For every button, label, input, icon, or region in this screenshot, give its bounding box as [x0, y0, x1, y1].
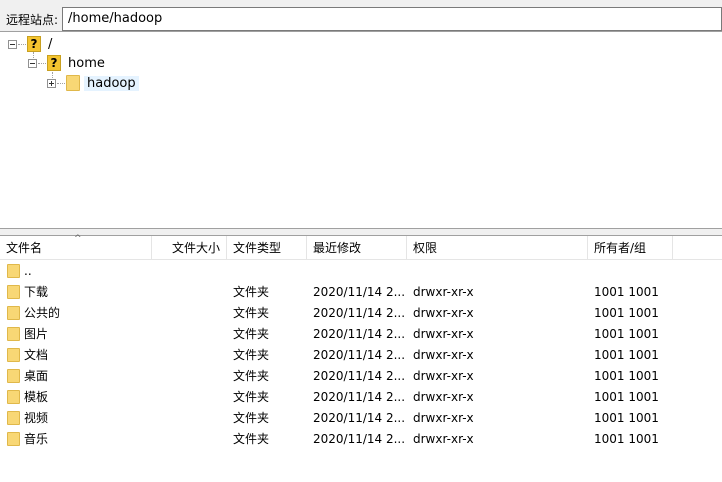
file-type: 文件夹 [233, 348, 270, 362]
file-owner: 1001 1001 [594, 369, 659, 383]
file-permissions: drwxr-xr-x [413, 390, 474, 404]
sort-ascending-icon: ^ [74, 234, 82, 244]
collapse-icon[interactable] [8, 39, 17, 49]
file-permissions: drwxr-xr-x [413, 306, 474, 320]
file-permissions [413, 261, 583, 282]
file-name: 下载 [24, 285, 49, 299]
file-modified: 2020/11/14 2... [313, 390, 406, 404]
tree-node-home[interactable]: ? home [28, 54, 105, 72]
column-header-owner[interactable]: 所有者/组 [588, 236, 673, 260]
file-permissions: drwxr-xr-x [413, 327, 474, 341]
file-row[interactable]: 公共的 文件夹 2020/11/14 2... drwxr-xr-x 1001 1001 [0, 303, 722, 324]
tree-node-hadoop[interactable]: hadoop [47, 74, 139, 92]
file-owner: 1001 1001 [594, 348, 659, 362]
folder-icon [7, 264, 20, 278]
file-modified [313, 261, 408, 282]
file-type: 文件夹 [233, 327, 270, 341]
file-type: 文件夹 [233, 390, 270, 404]
file-row[interactable]: 下载 文件夹 2020/11/14 2... drwxr-xr-x 1001 1001 [0, 282, 722, 303]
file-row[interactable]: 桌面 文件夹 2020/11/14 2... drwxr-xr-x 1001 1001 [0, 366, 722, 387]
list-header: 文件名 ^ 文件大小 文件类型 最近修改 权限 所有者/组 [0, 234, 722, 260]
file-name: 音乐 [24, 432, 49, 446]
folder-icon [7, 306, 20, 320]
file-owner: 1001 1001 [594, 432, 659, 446]
file-owner: 1001 1001 [594, 327, 659, 341]
tree-label-hadoop: hadoop [84, 75, 139, 91]
expand-icon[interactable] [47, 78, 56, 88]
file-name: 模板 [24, 390, 49, 404]
folder-icon [66, 75, 80, 91]
file-modified: 2020/11/14 2... [313, 306, 406, 320]
folder-icon [7, 327, 20, 341]
remote-path-input[interactable]: /home/hadoop [62, 7, 722, 31]
unknown-folder-icon: ? [27, 36, 41, 52]
file-permissions: drwxr-xr-x [413, 285, 474, 299]
folder-icon [7, 348, 20, 362]
file-type: 文件夹 [233, 369, 270, 383]
file-modified: 2020/11/14 2... [313, 348, 406, 362]
file-type [233, 261, 303, 282]
file-owner: 1001 1001 [594, 285, 659, 299]
file-row[interactable]: 文档 文件夹 2020/11/14 2... drwxr-xr-x 1001 1001 [0, 345, 722, 366]
file-permissions: drwxr-xr-x [413, 432, 474, 446]
column-header-permissions[interactable]: 权限 [407, 236, 588, 260]
file-name: 桌面 [24, 369, 49, 383]
column-header-name[interactable]: 文件名 ^ [0, 234, 152, 260]
collapse-icon[interactable] [28, 58, 37, 68]
file-permissions: drwxr-xr-x [413, 348, 474, 362]
file-owner: 1001 1001 [594, 411, 659, 425]
unknown-folder-icon: ? [47, 55, 61, 71]
file-modified: 2020/11/14 2... [313, 369, 406, 383]
file-name: .. [24, 264, 32, 278]
file-modified: 2020/11/14 2... [313, 411, 406, 425]
file-type: 文件夹 [233, 285, 270, 299]
file-row[interactable]: .. [0, 261, 722, 282]
file-row[interactable]: 视频 文件夹 2020/11/14 2... drwxr-xr-x 1001 1001 [0, 408, 722, 429]
folder-icon [7, 285, 20, 299]
folder-icon [7, 411, 20, 425]
file-modified: 2020/11/14 2... [313, 285, 406, 299]
remote-site-label: 远程站点: [6, 13, 59, 27]
file-row[interactable]: 图片 文件夹 2020/11/14 2... drwxr-xr-x 1001 1001 [0, 324, 722, 345]
file-owner: 1001 1001 [594, 390, 659, 404]
file-owner [594, 261, 674, 282]
file-permissions: drwxr-xr-x [413, 411, 474, 425]
folder-icon [7, 432, 20, 446]
column-header-size[interactable]: 文件大小 [152, 236, 227, 260]
file-owner: 1001 1001 [594, 306, 659, 320]
folder-icon [7, 369, 20, 383]
column-header-modified[interactable]: 最近修改 [307, 236, 407, 260]
file-type: 文件夹 [233, 306, 270, 320]
column-header-type[interactable]: 文件类型 [227, 236, 307, 260]
folder-icon [7, 390, 20, 404]
file-modified: 2020/11/14 2... [313, 327, 406, 341]
file-row[interactable]: 模板 文件夹 2020/11/14 2... drwxr-xr-x 1001 1001 [0, 387, 722, 408]
file-name: 公共的 [24, 306, 61, 320]
file-modified: 2020/11/14 2... [313, 432, 406, 446]
file-list: 文件名 ^ 文件大小 文件类型 最近修改 权限 所有者/组 .. 下载 文件夹 202… [0, 235, 722, 482]
file-name: 文档 [24, 348, 49, 362]
tree-label-home: home [68, 55, 105, 71]
file-name: 视频 [24, 411, 49, 425]
file-type: 文件夹 [233, 432, 270, 446]
tree-label-root: / [48, 36, 53, 52]
file-row[interactable]: 音乐 文件夹 2020/11/14 2... drwxr-xr-x 1001 1001 [0, 429, 722, 450]
tree-node-root[interactable]: ? / [8, 35, 52, 53]
file-type: 文件夹 [233, 411, 270, 425]
directory-tree: ? / ? home hadoop [0, 31, 722, 229]
file-permissions: drwxr-xr-x [413, 369, 474, 383]
file-name: 图片 [24, 327, 49, 341]
